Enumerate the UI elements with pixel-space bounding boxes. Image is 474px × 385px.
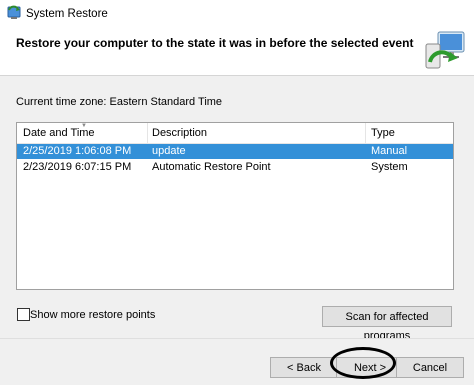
row-date: 2/23/2019 6:07:15 PM — [23, 161, 132, 173]
row-description: Automatic Restore Point — [152, 161, 271, 173]
column-separator[interactable] — [365, 123, 366, 143]
back-button[interactable]: < Back — [270, 357, 338, 378]
highlight-circle-annotation — [330, 347, 396, 379]
column-header-description[interactable]: Description — [152, 127, 207, 139]
show-more-label[interactable]: Show more restore points — [30, 309, 155, 321]
row-type: System — [371, 161, 408, 173]
row-type: Manual — [371, 145, 408, 157]
table-row-selected[interactable]: 2/25/2019 1:06:08 PM update Manual — [17, 144, 453, 159]
row-date: 2/25/2019 1:06:08 PM — [23, 145, 132, 157]
timezone-label: Current time zone: Eastern Standard Time — [16, 96, 223, 108]
table-row[interactable]: 2/23/2019 6:07:15 PM Automatic Restore P… — [17, 160, 453, 175]
cancel-button[interactable]: Cancel — [396, 357, 464, 378]
system-restore-icon — [7, 5, 21, 19]
scan-affected-programs-button[interactable]: Scan for affected programs — [322, 306, 452, 342]
restore-points-list[interactable]: ▼ Date and Time Description Type 2/25/20… — [16, 122, 454, 290]
column-separator[interactable] — [147, 123, 148, 143]
row-description: update — [152, 145, 186, 157]
column-header-type[interactable]: Type — [371, 127, 395, 139]
restore-hero-icon — [425, 31, 465, 69]
list-header: ▼ Date and Time Description Type — [17, 123, 453, 144]
show-more-checkbox[interactable] — [17, 308, 30, 321]
page-heading: Restore your computer to the state it wa… — [16, 36, 414, 50]
window-title: System Restore — [26, 8, 108, 20]
column-header-date[interactable]: Date and Time — [23, 127, 95, 139]
title-bar: System Restore — [0, 0, 474, 30]
